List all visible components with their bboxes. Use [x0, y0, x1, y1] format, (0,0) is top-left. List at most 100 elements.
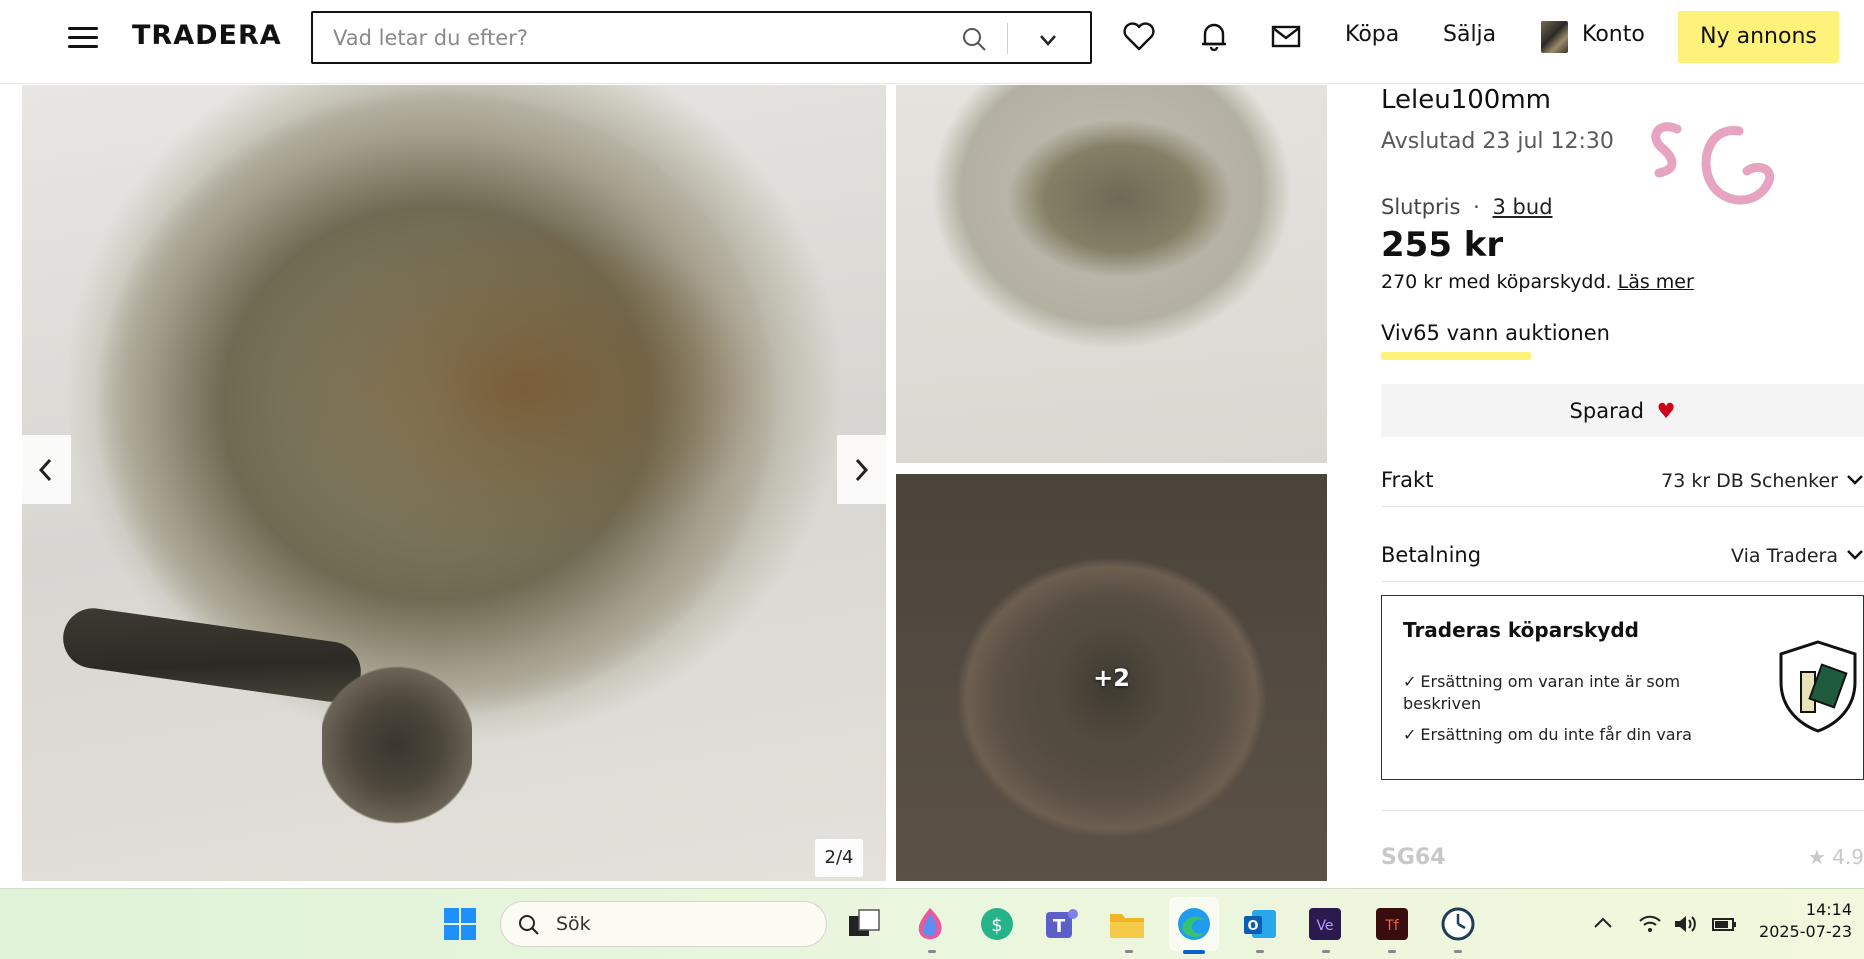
- mail-icon[interactable]: [1268, 18, 1304, 54]
- protection-item: ✓ Ersättning om varan inte är som beskriv…: [1403, 671, 1733, 715]
- search-divider: [1007, 23, 1008, 54]
- avatar[interactable]: [1541, 21, 1568, 53]
- heart-icon[interactable]: [1121, 18, 1157, 54]
- winner-text: Viv65 vann auktionen: [1381, 321, 1610, 345]
- seller-rating-value: 4.9: [1832, 845, 1864, 869]
- finance-app-icon[interactable]: $: [977, 904, 1017, 944]
- running-indicator: [1125, 950, 1133, 953]
- battery-icon[interactable]: [1710, 913, 1738, 935]
- protection-item-text: Ersättning om du inte får din vara: [1420, 725, 1692, 744]
- chevron-up-icon[interactable]: [1592, 913, 1614, 933]
- bids-link[interactable]: 3 bud: [1493, 195, 1553, 219]
- vector-app-icon[interactable]: Ve: [1305, 904, 1345, 944]
- winner-highlight: [1381, 352, 1531, 360]
- final-price-label: Slutpris · 3 bud: [1381, 195, 1553, 219]
- tradera-logo[interactable]: TRADERA: [132, 20, 282, 51]
- seller-rating: ★ 4.9: [1808, 845, 1864, 869]
- protection-item-text: Ersättning om varan inte är som beskrive…: [1403, 672, 1681, 713]
- payment-value: Via Tradera: [1730, 545, 1838, 567]
- payment-row[interactable]: Betalning Via Tradera: [1381, 530, 1864, 582]
- clock-time: 14:14: [1805, 900, 1852, 919]
- chevron-down-icon[interactable]: [1037, 29, 1059, 51]
- edge-browser-icon[interactable]: [1174, 904, 1214, 944]
- volume-icon[interactable]: [1672, 913, 1698, 935]
- nav-sell-link[interactable]: Sälja: [1443, 22, 1496, 47]
- search-icon: [519, 915, 539, 935]
- running-indicator: [1388, 950, 1396, 953]
- svg-text:T: T: [1053, 916, 1066, 937]
- payment-label: Betalning: [1381, 543, 1482, 567]
- final-price-text: Slutpris: [1381, 195, 1461, 219]
- svg-text:Tf: Tf: [1384, 918, 1400, 934]
- shipping-row[interactable]: Frakt 73 kr DB Schenker: [1381, 455, 1864, 507]
- shipping-label: Frakt: [1381, 468, 1434, 492]
- auction-ended-time: Avslutad 23 jul 12:30: [1381, 129, 1614, 154]
- top-header: TRADERA Köpa Sälja Konto Ny annons: [0, 0, 1864, 84]
- protection-price: 270 kr med köparskydd. Läs mer: [1381, 271, 1694, 293]
- windows-taskbar: Sök $ T O Ve Tf 14:14 2025-07-23: [0, 888, 1864, 959]
- chevron-left-icon: [38, 458, 52, 482]
- protection-item: ✓ Ersättning om du inte får din vara: [1403, 724, 1733, 746]
- read-more-link[interactable]: Läs mer: [1618, 271, 1694, 293]
- seller-name[interactable]: SG64: [1381, 845, 1446, 870]
- buyer-protection-box: Traderas köparskydd ✓ Ersättning om varan…: [1381, 595, 1864, 780]
- task-view-icon[interactable]: [844, 904, 884, 944]
- heart-filled-icon: ♥: [1656, 398, 1676, 423]
- chevron-right-icon: [855, 458, 869, 482]
- search-input[interactable]: [331, 22, 931, 53]
- windows-start-icon[interactable]: [440, 904, 480, 944]
- saved-button[interactable]: Sparad ♥: [1381, 384, 1864, 437]
- new-listing-button[interactable]: Ny annons: [1678, 11, 1839, 63]
- menu-icon[interactable]: [68, 25, 100, 49]
- gallery-next-button[interactable]: [837, 435, 886, 504]
- protection-price-text: 270 kr med köparskydd.: [1381, 271, 1612, 293]
- star-icon: ★: [1807, 845, 1826, 869]
- separator-dot: ·: [1473, 195, 1480, 219]
- clock-date: 2025-07-23: [1759, 922, 1852, 941]
- more-images-label: +2: [1093, 663, 1130, 692]
- handwritten-signature: [1651, 122, 1775, 205]
- listing-info-panel: Leleu100mm Avslutad 23 jul 12:30 Slutpri…: [1381, 85, 1864, 881]
- svg-text:$: $: [991, 915, 1002, 936]
- buyer-protection-title: Traderas köparskydd: [1403, 618, 1639, 642]
- image-detail-axle: [322, 665, 472, 825]
- taskbar-search[interactable]: Sök: [500, 901, 827, 947]
- running-indicator: [1256, 950, 1264, 953]
- check-icon: ✓: [1403, 725, 1417, 744]
- chevron-down-icon: [1847, 550, 1863, 560]
- listing-title: Leleu100mm: [1381, 85, 1552, 115]
- bell-icon[interactable]: [1196, 18, 1232, 54]
- paint-app-icon[interactable]: [910, 904, 950, 944]
- nav-account-link[interactable]: Konto: [1582, 22, 1645, 47]
- running-indicator: [1322, 950, 1330, 953]
- wifi-icon[interactable]: [1638, 913, 1662, 935]
- typeface-app-icon[interactable]: Tf: [1372, 904, 1412, 944]
- thumbnail-more-images[interactable]: +2: [896, 474, 1327, 881]
- running-indicator: [1454, 950, 1462, 953]
- image-counter: 2/4: [815, 839, 863, 877]
- search-icon[interactable]: [961, 26, 987, 52]
- chevron-down-icon: [1847, 475, 1863, 485]
- thumbnail-image[interactable]: [896, 85, 1327, 463]
- teams-icon[interactable]: T: [1042, 904, 1082, 944]
- outlook-icon[interactable]: O: [1240, 904, 1280, 944]
- check-icon: ✓: [1403, 672, 1417, 691]
- gallery-prev-button[interactable]: [22, 435, 71, 504]
- final-price: 255 kr: [1381, 225, 1504, 265]
- active-app-indicator: [1183, 950, 1205, 954]
- nav-buy-link[interactable]: Köpa: [1345, 22, 1399, 47]
- svg-text:Ve: Ve: [1316, 918, 1333, 934]
- file-explorer-icon[interactable]: [1107, 904, 1147, 944]
- shipping-value: 73 kr DB Schenker: [1661, 470, 1838, 492]
- section-divider: [1381, 810, 1864, 811]
- main-product-image[interactable]: [22, 85, 886, 881]
- search-bar: [311, 11, 1092, 64]
- shield-icon: [1779, 640, 1857, 733]
- saved-label: Sparad: [1569, 398, 1644, 423]
- clock-app-icon[interactable]: [1438, 904, 1478, 944]
- svg-text:O: O: [1247, 919, 1258, 934]
- image-detail-lever: [59, 604, 365, 706]
- running-indicator: [928, 950, 936, 953]
- taskbar-search-label: Sök: [556, 913, 591, 935]
- system-clock[interactable]: 14:14 2025-07-23: [1759, 899, 1852, 943]
